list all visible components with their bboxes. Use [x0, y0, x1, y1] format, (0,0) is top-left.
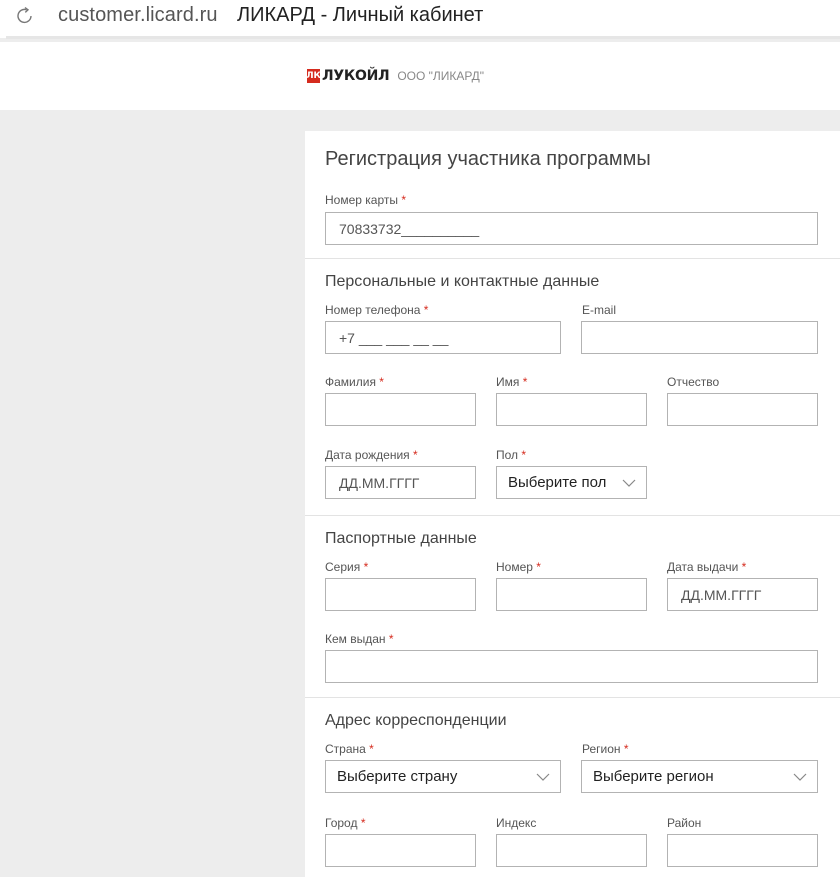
phone-input[interactable]: +7 ___ ___ __ __	[325, 321, 561, 354]
email-label: E-mail	[582, 303, 617, 317]
name-label: Имя *	[496, 375, 528, 389]
region-label: Регион *	[582, 742, 629, 756]
region-select[interactable]: Выберите регион	[581, 760, 818, 793]
passport-number-input[interactable]	[496, 578, 647, 611]
district-label: Район	[667, 816, 702, 830]
address-section: Адрес корреспонденции Страна * Выберите …	[305, 697, 840, 877]
passport-number-label: Номер *	[496, 560, 541, 574]
gender-select[interactable]: Выберите пол	[496, 466, 647, 499]
country-label: Страна *	[325, 742, 374, 756]
browser-bar-divider	[6, 36, 840, 39]
patronymic-label: Отчество	[667, 375, 720, 389]
email-input[interactable]	[581, 321, 818, 354]
issued-by-label: Кем выдан *	[325, 632, 394, 646]
passport-section: Паспортные данные Серия * Номер * Дата в…	[305, 515, 840, 697]
chevron-down-icon	[793, 773, 807, 781]
personal-section-title: Персональные и контактные данные	[325, 273, 600, 290]
surname-label: Фамилия *	[325, 375, 384, 389]
chevron-down-icon	[622, 479, 636, 487]
city-input[interactable]	[325, 834, 476, 867]
form-title: Регистрация участника программы	[325, 148, 651, 170]
card-number-input[interactable]: 70833732__________	[325, 212, 818, 245]
issued-by-input[interactable]	[325, 650, 818, 683]
series-input[interactable]	[325, 578, 476, 611]
patronymic-input[interactable]	[667, 393, 818, 426]
company-name: ООО "ЛИКАРД"	[397, 69, 484, 83]
birthdate-label: Дата рождения *	[325, 448, 418, 462]
reload-icon[interactable]	[14, 5, 36, 27]
district-input[interactable]	[667, 834, 818, 867]
city-label: Город *	[325, 816, 366, 830]
browser-bar: customer.licard.ru ЛИКАРД - Личный кабин…	[0, 0, 840, 39]
issue-date-label: Дата выдачи *	[667, 560, 747, 574]
personal-section: Персональные и контактные данные Номер т…	[305, 258, 840, 515]
surname-input[interactable]	[325, 393, 476, 426]
country-select[interactable]: Выберите страну	[325, 760, 561, 793]
index-input[interactable]	[496, 834, 647, 867]
chevron-down-icon	[536, 773, 550, 781]
card-number-label: Номер карты *	[325, 193, 407, 207]
index-label: Индекс	[496, 816, 537, 830]
name-input[interactable]	[496, 393, 647, 426]
phone-label: Номер телефона *	[325, 303, 429, 317]
logo-name: ЛУКОЙЛ	[322, 68, 390, 84]
birthdate-input[interactable]: ДД.ММ.ГГГГ	[325, 466, 476, 499]
browser-page-title: ЛИКАРД - Личный кабинет	[237, 4, 484, 26]
lukoil-logo-icon: ЛК	[306, 69, 321, 83]
site-header: ЛК ЛУКОЙЛ ООО "ЛИКАРД"	[0, 42, 840, 110]
address-section-title: Адрес корреспонденции	[325, 712, 507, 729]
gender-label: Пол *	[496, 448, 527, 462]
issue-date-input[interactable]: ДД.ММ.ГГГГ	[667, 578, 818, 611]
series-label: Серия *	[325, 560, 369, 574]
passport-section-title: Паспортные данные	[325, 530, 477, 547]
lukoil-logo[interactable]: ЛК ЛУКОЙЛ ООО "ЛИКАРД"	[306, 68, 484, 84]
registration-form: Регистрация участника программы Номер ка…	[305, 131, 840, 877]
address-bar-url[interactable]: customer.licard.ru	[58, 4, 218, 27]
